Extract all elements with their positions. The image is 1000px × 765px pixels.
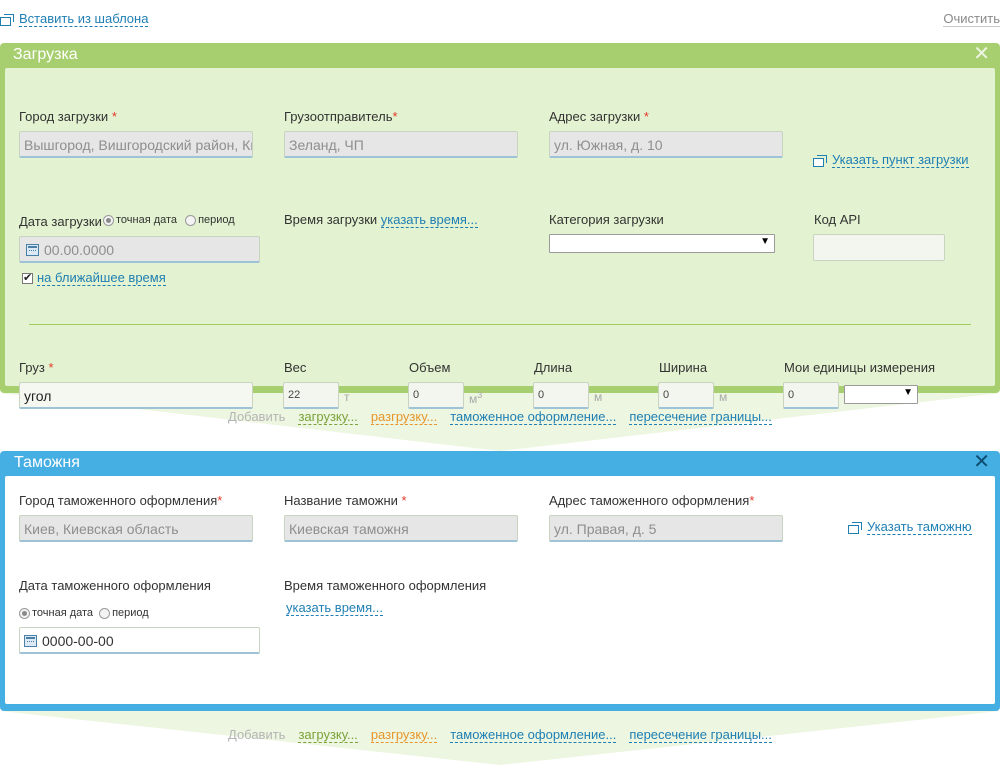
customs-time-link-wrap: указать время... xyxy=(286,600,383,616)
add-loading-link[interactable]: загрузку... xyxy=(298,409,358,425)
loading-date-value: 00.00.0000 xyxy=(44,242,115,258)
my-units-label: Мои единицы измерения xyxy=(784,360,936,375)
volume-label: Объем xyxy=(409,360,451,375)
weight-input[interactable]: 22 xyxy=(283,382,339,409)
loading-time-label: Время загрузки указать время... xyxy=(284,212,478,228)
api-code-input[interactable] xyxy=(813,234,945,261)
customs-date-label: Дата таможенного оформления xyxy=(19,578,211,593)
customs-date-input[interactable]: 0000-00-00 xyxy=(19,627,260,654)
loading-address-input[interactable]: ул. Южная, д. 10 xyxy=(549,131,783,158)
volume-unit: м3 xyxy=(469,390,483,406)
add-customs-link[interactable]: таможенное оформление... xyxy=(450,727,617,743)
customs-time-label: Время таможенного оформления xyxy=(284,578,487,593)
insert-from-template-label[interactable]: Вставить из шаблона xyxy=(19,11,149,27)
chevron-down-icon: ▼ xyxy=(760,236,770,247)
location-picker-icon xyxy=(813,154,827,167)
customs-panel: Таможня ✕ Город таможенного оформления* … xyxy=(0,451,1000,711)
length-unit: м xyxy=(594,390,603,404)
radio-exact-date[interactable] xyxy=(103,214,114,226)
cargo-label: Груз * xyxy=(19,360,54,375)
location-picker-icon xyxy=(848,521,862,534)
nearest-time-option[interactable]: на ближайшее время xyxy=(22,270,166,286)
loading-date-mode: точная дата период xyxy=(103,214,235,226)
specify-loading-point-link[interactable]: Указать пункт загрузки xyxy=(813,152,969,168)
radio-period[interactable] xyxy=(99,607,111,619)
specify-customs-link[interactable]: Указать таможню xyxy=(848,519,972,535)
volume-input[interactable]: 0 xyxy=(408,382,464,409)
length-label: Длина xyxy=(534,360,573,375)
loading-address-label: Адрес загрузки * xyxy=(549,109,649,124)
width-input[interactable]: 0 xyxy=(658,382,714,409)
customs-time-link[interactable]: указать время... xyxy=(286,600,383,616)
weight-unit: т xyxy=(344,390,350,404)
add-label: Добавить xyxy=(228,727,286,742)
close-icon[interactable]: ✕ xyxy=(973,451,990,473)
customs-date-mode: точная дата период xyxy=(19,607,149,619)
customs-address-label: Адрес таможенного оформления* xyxy=(549,493,755,508)
loading-city-input[interactable]: Вышгород, Вишгородский район, Киевская о… xyxy=(19,131,253,158)
loading-panel-title: Загрузка xyxy=(13,46,78,63)
nearest-time-label[interactable]: на ближайшее время xyxy=(37,270,166,286)
customs-date-value: 0000-00-00 xyxy=(42,633,114,649)
chevron-down-icon: ▼ xyxy=(903,387,913,398)
width-unit: м xyxy=(719,390,728,404)
customs-panel-body: Город таможенного оформления* Киев, Киев… xyxy=(5,476,995,704)
insert-from-template-link[interactable]: Вставить из шаблона xyxy=(0,11,149,27)
loading-city-label: Город загрузки * xyxy=(19,109,117,124)
template-icon xyxy=(0,13,14,26)
radio-period-label: период xyxy=(198,214,235,226)
cargo-input[interactable]: угол xyxy=(19,382,253,409)
customs-name-label: Название таможни * xyxy=(284,493,407,508)
shipper-label: Грузоотправитель* xyxy=(284,109,398,124)
customs-name-input[interactable]: Киевская таможня xyxy=(284,515,518,542)
add-step-row: Добавить загрузку... разгрузку... таможе… xyxy=(228,409,772,425)
radio-period[interactable] xyxy=(185,214,197,226)
specify-customs-label[interactable]: Указать таможню xyxy=(867,519,972,535)
customs-address-input[interactable]: ул. Правая, д. 5 xyxy=(549,515,783,542)
radio-exact-date-label: точная дата xyxy=(32,607,94,619)
add-label: Добавить xyxy=(228,409,286,424)
specify-loading-point-label[interactable]: Указать пункт загрузки xyxy=(832,152,969,168)
my-units-input[interactable]: 0 xyxy=(783,382,839,409)
loading-category-select[interactable]: ▼ xyxy=(549,234,775,253)
calendar-icon xyxy=(24,635,37,647)
radio-period-label: период xyxy=(112,607,149,619)
loading-date-label: Дата загрузки xyxy=(19,214,102,229)
api-code-label: Код API xyxy=(814,212,861,227)
weight-label: Вес xyxy=(284,360,307,375)
loading-category-label: Категория загрузки xyxy=(549,212,664,227)
add-border-crossing-link[interactable]: пересечение границы... xyxy=(629,409,772,425)
customs-panel-title: Таможня xyxy=(14,454,80,471)
add-unloading-link[interactable]: разгрузку... xyxy=(370,409,438,425)
calendar-icon xyxy=(26,244,39,256)
loading-time-link[interactable]: указать время... xyxy=(380,212,478,228)
my-units-select[interactable]: ▼ xyxy=(844,385,918,404)
length-input[interactable]: 0 xyxy=(533,382,589,409)
section-divider xyxy=(29,324,971,325)
clear-link[interactable]: Очистить xyxy=(943,11,1000,27)
add-step-row: Добавить загрузку... разгрузку... таможе… xyxy=(228,727,772,743)
shipper-input[interactable]: Зеланд, ЧП xyxy=(284,131,518,158)
nearest-time-checkbox[interactable] xyxy=(22,271,33,284)
customs-city-input[interactable]: Киев, Киевская область xyxy=(19,515,253,542)
radio-exact-date-label: точная дата xyxy=(116,214,178,226)
add-loading-link[interactable]: загрузку... xyxy=(298,727,358,743)
loading-panel-body: Город загрузки * Вышгород, Вишгородский … xyxy=(5,68,995,409)
add-customs-link[interactable]: таможенное оформление... xyxy=(450,409,617,425)
width-label: Ширина xyxy=(659,360,708,375)
close-icon[interactable]: ✕ xyxy=(973,43,990,65)
customs-city-label: Город таможенного оформления* xyxy=(19,493,223,508)
loading-date-input[interactable]: 00.00.0000 xyxy=(19,236,260,263)
loading-panel: Загрузка ✕ Город загрузки * Вышгород, Ви… xyxy=(0,43,1000,409)
add-unloading-link[interactable]: разгрузку... xyxy=(370,727,438,743)
radio-exact-date[interactable] xyxy=(19,607,30,619)
add-border-crossing-link[interactable]: пересечение границы... xyxy=(629,727,772,743)
